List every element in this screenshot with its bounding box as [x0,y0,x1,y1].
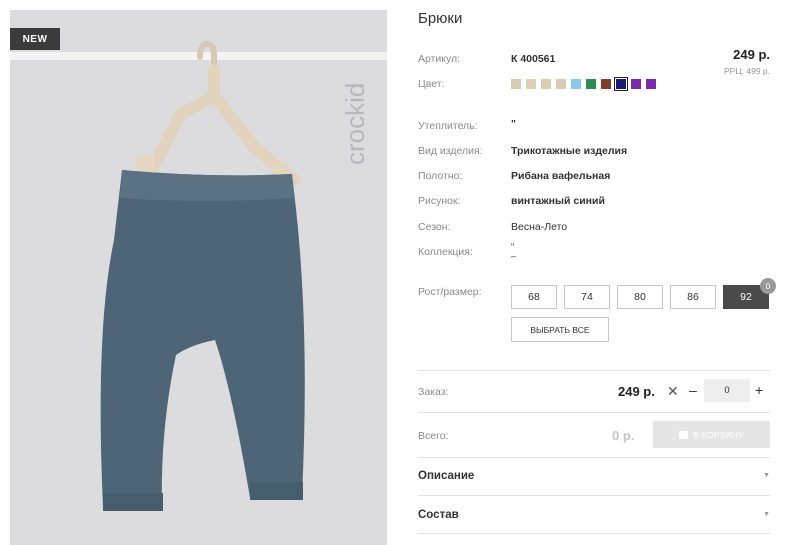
type-value: Трикотажные изделия [511,145,628,157]
add-to-cart-label: В КОРЗИНУ [693,429,744,440]
pattern-label: Рисунок: [418,195,461,207]
select-all-button[interactable]: ВЫБРАТЬ ВСЕ [511,317,609,342]
fabric-label: Полотно: [418,170,463,182]
color-swatch[interactable] [511,79,521,89]
color-swatch[interactable] [571,79,581,89]
size-option[interactable]: 86 [670,285,716,309]
color-swatch[interactable] [601,79,611,89]
season-label: Сезон: [418,221,451,233]
color-swatch[interactable] [526,79,536,89]
description-accordion[interactable]: Описание [418,470,474,482]
pants [100,170,305,510]
total-value: 0 р. [612,428,635,443]
order-price: 249 р. [618,384,655,399]
type-label: Вид изделия: [418,145,483,157]
product-photo[interactable]: crockid NEW [10,10,387,545]
divider [418,457,770,458]
size-option[interactable]: 80 [617,285,663,309]
total-label: Всего: [418,430,449,442]
color-swatch[interactable] [631,79,641,89]
divider [418,370,770,371]
product-title: Брюки [418,10,463,27]
color-label: Цвет: [418,78,445,90]
color-swatch[interactable] [646,79,656,89]
size-count-badge: 0 [760,278,776,294]
pants-cuff-left [103,493,163,511]
color-swatch[interactable] [586,79,596,89]
article-label: Артикул: [418,53,461,65]
composition-accordion[interactable]: Состав [418,509,459,521]
new-badge: NEW [10,28,60,50]
cart-icon [679,430,689,439]
collection-label: Коллекция: [418,246,473,258]
quantity-input[interactable] [704,379,750,402]
order-label: Заказ: [418,386,449,398]
color-swatch[interactable] [556,79,566,89]
pants-cuff-right [250,482,303,500]
multiply-icon: ✕ [667,383,679,399]
chevron-down-icon[interactable]: ▼ [763,511,770,518]
color-swatch[interactable] [614,77,628,91]
divider [418,412,770,413]
fabric-value: Рибана вафельная [511,170,611,182]
product-price: 249 р. [733,47,770,62]
pants-waistband [120,170,294,201]
size-option[interactable]: 74 [564,285,610,309]
rrp-price: РРЦ: 499 р. [724,66,770,76]
divider [418,495,770,496]
collection-value: " – [511,242,517,261]
size-option[interactable]: 68 [511,285,557,309]
size-label: Рост/размер: [418,286,482,298]
decrease-qty-button[interactable]: – [689,382,697,398]
insulation-value: " [511,118,516,130]
article-value: К 400561 [511,53,556,65]
color-swatch[interactable] [541,79,551,89]
brand-logo: crockid [340,83,370,165]
insulation-label: Утеплитель: [418,120,478,132]
divider [418,533,770,534]
add-to-cart-button[interactable]: В КОРЗИНУ [653,421,770,448]
pattern-value: винтажный синий [511,195,605,207]
increase-qty-button[interactable]: + [755,382,763,398]
chevron-down-icon[interactable]: ▼ [763,472,770,479]
season-value: Весна-Лето [511,221,568,233]
product-image: crockid [10,40,387,511]
color-swatches [511,77,661,91]
size-options: 68 74 80 86 92 [511,285,769,309]
